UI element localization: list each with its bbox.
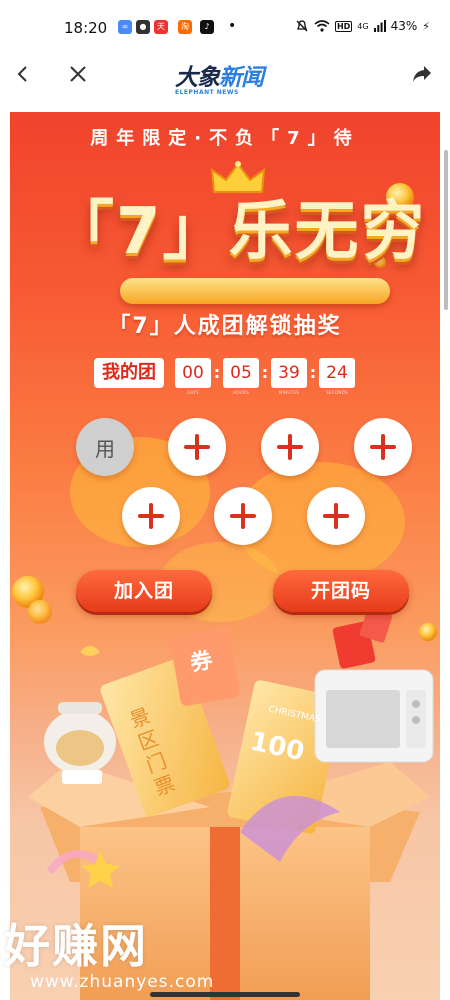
promo-banner: 周年限定·不负「7」待 「7」乐无穷 「7」人成团解锁抽奖 我的团 00 DAY… xyxy=(10,112,440,1000)
main-title: 「7」乐无穷 xyxy=(50,195,427,269)
charging-icon: ⚡ xyxy=(422,19,430,33)
title-ribbon xyxy=(120,278,390,304)
countdown-seconds-label: SECONDS xyxy=(326,390,348,395)
share-arrow-icon xyxy=(413,66,431,82)
logo-subtext: ELEPHANT NEWS xyxy=(175,89,239,96)
title-block: 「7」乐无穷 xyxy=(50,161,425,304)
status-bar: 18:20 ∞ ● 天 淘 ♪ • HD 4G 43% ⚡ xyxy=(0,0,450,40)
invite-slot[interactable] xyxy=(214,487,272,545)
invite-slot[interactable] xyxy=(122,487,180,545)
signal-icon xyxy=(373,20,386,32)
invite-slot[interactable] xyxy=(261,418,319,476)
elephant-news-logo: 大象新闻 ELEPHANT NEWS xyxy=(175,58,279,96)
status-indicators: HD 4G 43% ⚡ xyxy=(295,19,430,33)
hd-icon: HD xyxy=(334,20,353,32)
invite-slot[interactable] xyxy=(307,487,365,545)
plus-icon xyxy=(370,434,396,460)
plus-icon xyxy=(277,434,303,460)
watermark-main: 好赚网 xyxy=(4,919,148,973)
network-type: 4G xyxy=(357,21,369,31)
countdown-separator: : xyxy=(261,363,269,382)
battery-level: 43% xyxy=(390,19,418,33)
countdown-separator: : xyxy=(213,363,221,382)
anniversary-tagline: 周年限定·不负「7」待 xyxy=(90,128,360,149)
countdown-seconds-value: 24 xyxy=(319,358,355,388)
close-icon xyxy=(70,66,86,82)
status-time: 18:20 xyxy=(64,19,108,37)
invite-slot[interactable] xyxy=(354,418,412,476)
plus-icon xyxy=(323,503,349,529)
watermark-url: www.zhuanyes.com xyxy=(30,972,215,992)
countdown-days-label: DAYS xyxy=(187,390,199,395)
tiktok-icon: ♪ xyxy=(200,20,214,34)
plus-icon xyxy=(230,503,256,529)
tmall-icon: 天 xyxy=(154,20,168,34)
countdown-days: 00 DAYS xyxy=(174,358,212,395)
share-button[interactable] xyxy=(402,54,442,94)
logo-text-2: 新闻 xyxy=(219,65,264,91)
taobao-icon: 淘 xyxy=(178,20,192,34)
countdown-seconds: 24 SECONDS xyxy=(318,358,356,395)
invite-slot[interactable] xyxy=(168,418,226,476)
join-team-button[interactable]: 加入团 xyxy=(76,570,212,612)
more-notifications-icon: • xyxy=(228,18,237,34)
wifi-icon xyxy=(314,20,330,32)
countdown-minutes-label: MINUTES xyxy=(278,390,300,395)
chevron-left-icon xyxy=(17,66,27,82)
mute-bell-icon xyxy=(296,20,308,32)
scrollbar[interactable] xyxy=(444,150,448,310)
countdown-separator: : xyxy=(309,363,317,382)
my-team-label: 我的团 xyxy=(94,358,164,388)
subtitle: 「7」人成团解锁抽奖 xyxy=(108,314,342,339)
countdown-minutes-value: 39 xyxy=(271,358,307,388)
back-button[interactable] xyxy=(3,54,43,94)
member-avatar-text: 用 xyxy=(95,436,115,461)
countdown-minutes: 39 MINUTES xyxy=(270,358,308,395)
countdown-hours-value: 05 xyxy=(223,358,259,388)
logo-text-1: 大象 xyxy=(175,65,220,91)
team-member-avatar: 用 xyxy=(76,418,134,476)
site-watermark: 好赚网 www.zhuanyes.com xyxy=(0,910,230,992)
close-button[interactable] xyxy=(58,54,98,94)
home-indicator[interactable] xyxy=(150,992,300,997)
team-code-button[interactable]: 开团码 xyxy=(273,570,409,612)
plus-icon xyxy=(138,503,164,529)
wechat-icon: ● xyxy=(136,20,150,34)
countdown-days-value: 00 xyxy=(175,358,211,388)
plus-icon xyxy=(184,434,210,460)
nav-bar: 大象新闻 ELEPHANT NEWS xyxy=(0,44,450,104)
countdown-timer: 我的团 00 DAYS : 05 HOURS : 39 MINUTES : 24… xyxy=(94,358,356,395)
countdown-hours-label: HOURS xyxy=(233,390,249,395)
app-notification-icon: ∞ xyxy=(118,20,132,34)
countdown-hours: 05 HOURS xyxy=(222,358,260,395)
